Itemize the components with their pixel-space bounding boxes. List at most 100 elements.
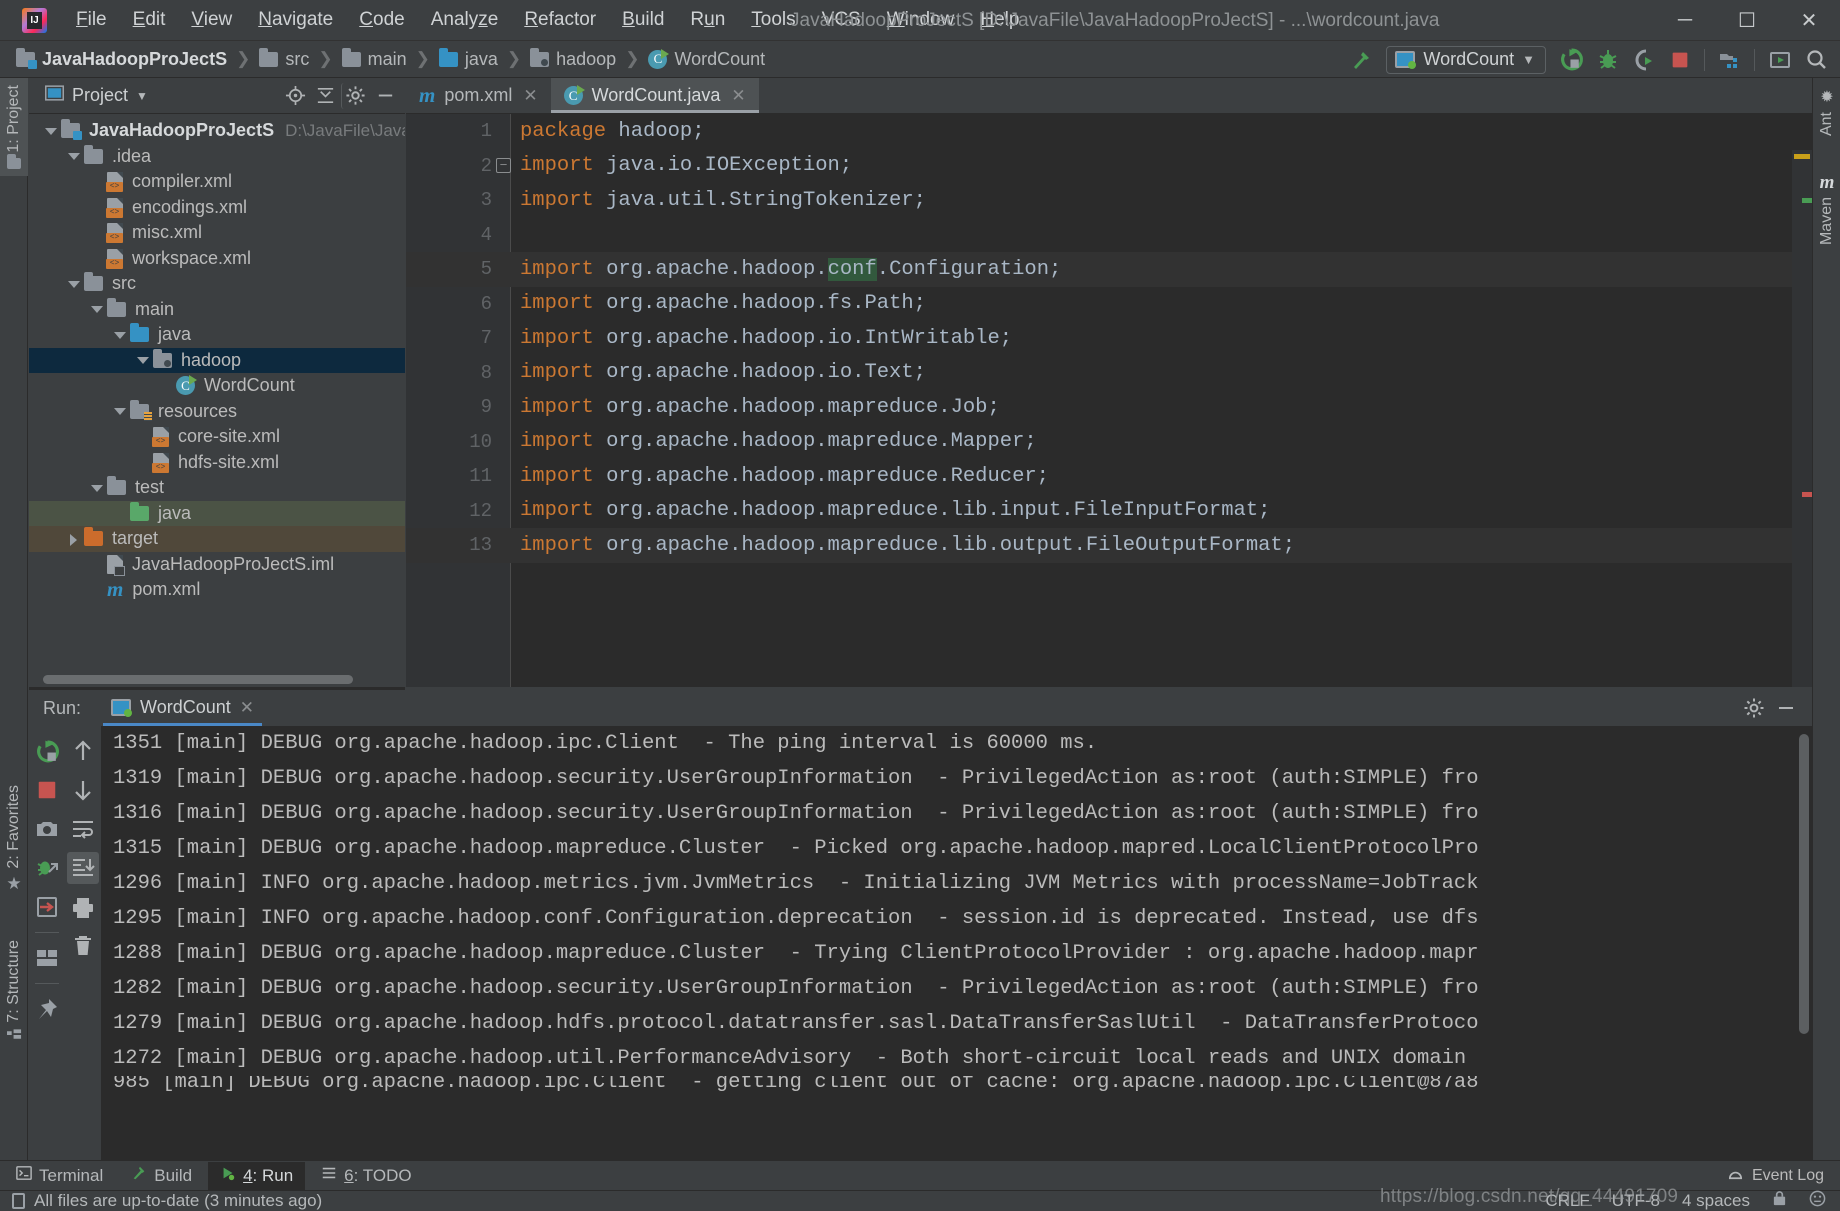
bottom-tab-6-todo[interactable]: 6: TODO: [309, 1162, 423, 1190]
clear-all-icon[interactable]: [67, 930, 99, 962]
lock-icon[interactable]: [1772, 1190, 1787, 1211]
tree-node--idea[interactable]: .idea: [29, 144, 405, 170]
menu-view[interactable]: View: [178, 5, 245, 35]
menu-refactor[interactable]: Refactor: [511, 5, 609, 35]
chevron-down-icon[interactable]: [89, 480, 105, 496]
run-icon[interactable]: [1555, 45, 1588, 74]
run-console-output[interactable]: 1351 [main] DEBUG org.apache.hadoop.ipc.…: [101, 726, 1812, 1160]
chevron-down-icon[interactable]: [89, 301, 105, 317]
tree-node-core-site-xml[interactable]: core-site.xml: [29, 424, 405, 450]
run-tab-wordcount[interactable]: WordCount ✕: [103, 692, 262, 726]
debug-attach-icon[interactable]: [31, 852, 63, 884]
code-line-5[interactable]: 5 import org.apache.hadoop.conf.Configura…: [406, 252, 1812, 287]
menu-build[interactable]: Build: [609, 5, 677, 35]
layout-icon[interactable]: [31, 942, 63, 974]
tree-node-java[interactable]: java: [29, 322, 405, 348]
screenshot-icon[interactable]: [31, 813, 63, 845]
editor-tab-wordcount-java[interactable]: WordCount.java ✕: [550, 78, 759, 113]
tree-node-src[interactable]: src: [29, 271, 405, 297]
search-everywhere-icon[interactable]: [1799, 45, 1832, 74]
hide-icon[interactable]: [1772, 695, 1800, 721]
tree-node-compiler-xml[interactable]: compiler.xml: [29, 169, 405, 195]
pin-icon[interactable]: [31, 993, 63, 1025]
code-line-1[interactable]: 1 package hadoop;: [406, 114, 1812, 149]
collapse-all-icon[interactable]: [311, 83, 339, 109]
code-line-3[interactable]: 3 import java.util.StringTokenizer;: [406, 183, 1812, 218]
tree-node-workspace-xml[interactable]: workspace.xml: [29, 246, 405, 272]
menu-edit[interactable]: Edit: [120, 5, 179, 35]
editor-tab-pom-xml[interactable]: m pom.xml ✕: [406, 78, 551, 113]
sidebar-item-structure[interactable]: 7: Structure: [0, 933, 28, 1053]
tree-node-test[interactable]: test: [29, 475, 405, 501]
code-fold-icon[interactable]: −: [496, 158, 511, 174]
close-button[interactable]: ✕: [1778, 0, 1840, 41]
bottom-tab-4-run[interactable]: 4: Run: [208, 1161, 306, 1190]
run-configuration-selector[interactable]: WordCount ▼: [1386, 45, 1546, 74]
tree-node-wordcount[interactable]: WordCount: [29, 373, 405, 399]
breadcrumb-item-javahadoopprojects[interactable]: JavaHadoopProJectS: [12, 47, 231, 72]
chevron-down-icon[interactable]: [112, 327, 128, 343]
menu-code[interactable]: Code: [346, 5, 417, 35]
tree-node-resources[interactable]: resources: [29, 399, 405, 425]
project-panel-title-group[interactable]: Project ▼: [45, 85, 148, 106]
tree-node-javahadoopprojects[interactable]: JavaHadoopProJectS D:\JavaFile\JavaHado: [29, 118, 405, 144]
print-icon[interactable]: [67, 891, 99, 923]
scroll-down-icon[interactable]: [67, 774, 99, 806]
close-icon[interactable]: ✕: [523, 86, 537, 106]
tree-node-misc-xml[interactable]: misc.xml: [29, 220, 405, 246]
indent-indicator[interactable]: 4 spaces: [1682, 1191, 1750, 1211]
close-icon[interactable]: ✕: [240, 698, 254, 718]
tree-node-pom-xml[interactable]: m pom.xml: [29, 577, 405, 603]
chevron-down-icon[interactable]: [112, 403, 128, 419]
tree-node-java[interactable]: java: [29, 500, 405, 526]
tree-node-hdfs-site-xml[interactable]: hdfs-site.xml: [29, 450, 405, 476]
hide-icon[interactable]: [371, 83, 399, 109]
code-line-12[interactable]: 12 import org.apache.hadoop.mapreduce.lib…: [406, 494, 1812, 529]
tree-node-javahadoopprojects-iml[interactable]: JavaHadoopProJectS.iml: [29, 552, 405, 578]
chevron-right-icon[interactable]: [66, 531, 82, 547]
inspection-face-icon[interactable]: [1809, 1190, 1826, 1211]
chevron-down-icon[interactable]: [66, 276, 82, 292]
chevron-down-icon[interactable]: [66, 148, 82, 164]
editor-marker-bar[interactable]: [1792, 150, 1812, 687]
menu-navigate[interactable]: Navigate: [245, 5, 346, 35]
stop-icon[interactable]: [31, 774, 63, 806]
scroll-up-icon[interactable]: [67, 735, 99, 767]
sidebar-item-maven[interactable]: m Maven: [1813, 166, 1840, 252]
event-log-label[interactable]: Event Log: [1752, 1167, 1824, 1185]
stop-icon[interactable]: [1663, 45, 1696, 74]
code-line-13[interactable]: 13 import org.apache.hadoop.mapreduce.lib…: [406, 528, 1812, 563]
rerun-icon[interactable]: [31, 735, 63, 767]
sidebar-item-ant[interactable]: ✹ Ant: [1813, 80, 1840, 143]
bottom-tab-terminal[interactable]: Terminal: [4, 1162, 115, 1190]
breadcrumb-item-hadoop[interactable]: hadoop: [526, 47, 620, 72]
code-line-2[interactable]: 2− import java.io.IOException;: [406, 149, 1812, 184]
settings-gear-icon[interactable]: [1740, 695, 1768, 721]
tree-node-main[interactable]: main: [29, 297, 405, 323]
settings-gear-icon[interactable]: [341, 82, 369, 109]
code-editor[interactable]: 1 package hadoop; 2− import java.io.IOExcep…: [406, 114, 1812, 687]
chevron-down-icon[interactable]: [135, 352, 151, 368]
breadcrumb-item-main[interactable]: main: [338, 47, 411, 72]
locate-icon[interactable]: [281, 83, 309, 109]
updates-icon[interactable]: [1763, 45, 1796, 74]
sidebar-item-project[interactable]: 1: Project: [0, 78, 28, 176]
bottom-tab-build[interactable]: Build: [119, 1162, 204, 1190]
menu-run[interactable]: Run: [677, 5, 738, 35]
code-line-7[interactable]: 7 import org.apache.hadoop.io.IntWritable…: [406, 321, 1812, 356]
breadcrumb-item-wordcount[interactable]: WordCount: [644, 47, 769, 72]
breadcrumb-item-src[interactable]: src: [255, 47, 313, 72]
tree-node-target[interactable]: target: [29, 526, 405, 552]
menu-analyze[interactable]: Analyze: [418, 5, 512, 35]
tree-node-hadoop[interactable]: hadoop: [29, 347, 405, 373]
chevron-down-icon[interactable]: [43, 123, 59, 139]
code-line-4[interactable]: 4: [406, 218, 1812, 253]
console-vertical-scrollbar[interactable]: [1799, 734, 1809, 1034]
code-line-11[interactable]: 11 import org.apache.hadoop.mapreduce.Red…: [406, 459, 1812, 494]
minimize-button[interactable]: ─: [1654, 0, 1716, 41]
debug-icon[interactable]: [1591, 45, 1624, 74]
breadcrumb-item-java[interactable]: java: [435, 47, 502, 72]
close-icon[interactable]: ✕: [731, 86, 745, 106]
menu-file[interactable]: File: [63, 5, 120, 35]
sidebar-item-favorites[interactable]: 2: Favorites ★: [0, 778, 28, 901]
